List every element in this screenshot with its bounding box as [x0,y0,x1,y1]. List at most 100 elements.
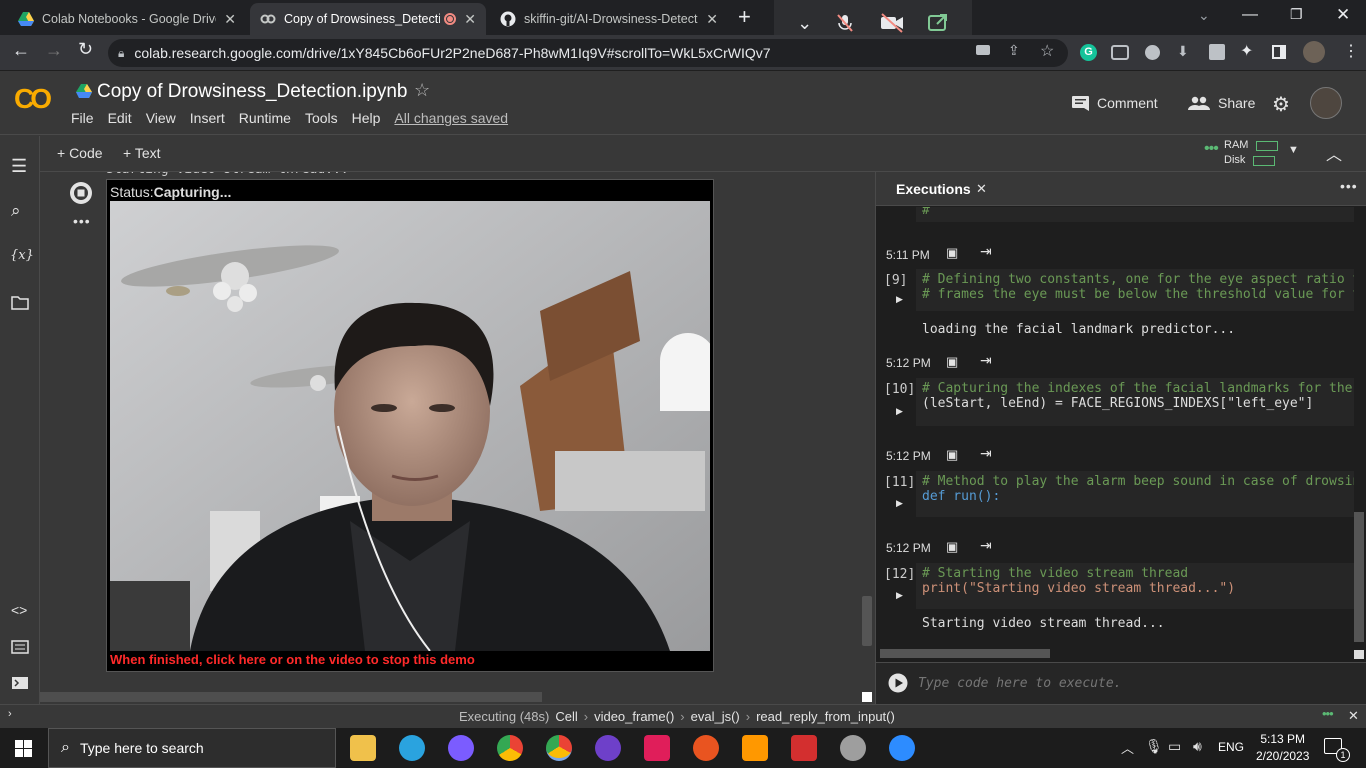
extension-icon[interactable] [1145,45,1160,60]
horizontal-scrollbar[interactable] [40,692,542,702]
menu-tools[interactable]: Tools [305,110,338,126]
tray-chevron-icon[interactable]: ︿ [1121,738,1134,757]
volume-icon[interactable]: 🔊︎ [1193,738,1202,755]
collapse-chevron-icon[interactable]: ︿ [1326,141,1342,165]
user-avatar[interactable] [1310,87,1342,119]
chrome-profile-icon[interactable] [546,735,572,761]
grammarly-icon[interactable]: G [1080,44,1097,61]
close-panel-icon[interactable]: ✕ [976,181,987,197]
address-bar[interactable]: 🔒︎ colab.research.google.com/drive/1xY84… [108,39,1068,67]
add-text-button[interactable]: + Text [123,145,161,161]
download-extension-icon[interactable]: ⬇ [1177,43,1189,60]
expand-arrow-icon[interactable]: ▶ [896,294,903,305]
expand-arrow-icon[interactable]: ▶ [896,590,903,601]
share-screen-icon[interactable] [927,12,949,34]
clock[interactable]: 5:13 PM 2/20/2023 [1256,731,1309,765]
camera-off-icon[interactable] [879,12,905,34]
colab-logo[interactable]: CO [14,83,52,115]
google-drive-icon[interactable] [76,84,92,98]
window-close-icon[interactable]: ✕ [1336,5,1350,25]
copy-to-input-icon[interactable]: ⇥ [980,352,992,369]
puzzle-icon[interactable]: ✦ [1240,41,1253,61]
horizontal-scrollbar[interactable] [880,649,1050,658]
settings-gear-icon[interactable]: ⚙ [1272,92,1290,117]
close-icon[interactable]: ✕ [224,11,236,28]
media-player-icon[interactable] [840,735,866,761]
windows-start-icon[interactable] [15,740,32,757]
go-to-cell-icon[interactable]: ▣ [946,539,958,555]
taskbar-search[interactable]: ⌕ Type here to search [48,728,336,768]
share-button[interactable]: Share [1188,95,1255,111]
notebook-title[interactable]: Copy of Drowsiness_Detection.ipynb [97,81,408,103]
go-to-cell-icon[interactable]: ▣ [946,245,958,261]
execute-code-input[interactable] [918,671,1338,695]
menu-runtime[interactable]: Runtime [239,110,291,126]
variables-icon[interactable]: {x} [10,248,34,263]
code-snippets-icon[interactable]: <> [11,602,27,618]
expand-arrow-icon[interactable]: ▶ [896,498,903,509]
file-explorer-icon[interactable] [350,735,376,761]
expand-arrow-icon[interactable]: ▶ [896,406,903,417]
close-status-icon[interactable]: ✕ [1348,708,1359,724]
tab-google-drive[interactable]: Colab Notebooks - Google Drive ✕ [8,3,246,35]
tab-search-chevron-icon[interactable]: ⌄ [1198,7,1210,24]
tab-github[interactable]: skiffin-git/AI-Drowsiness-Detecti ✕ [490,3,728,35]
extension-icon[interactable] [1209,44,1225,60]
run-icon[interactable] [888,673,908,693]
profile-avatar[interactable] [1303,41,1325,63]
side-panel-icon[interactable] [1272,45,1286,59]
chevron-down-icon[interactable]: ⌄ [797,13,812,34]
restore-icon[interactable]: ❐ [1290,6,1303,23]
search-icon[interactable]: ⌕ [11,201,21,221]
stop-execution-icon[interactable] [68,180,94,206]
sublime-text-icon[interactable] [742,735,768,761]
save-status-link[interactable]: All changes saved [394,110,508,126]
go-to-cell-icon[interactable]: ▣ [946,447,958,463]
network-icon[interactable]: ▭ [1168,738,1181,755]
menu-insert[interactable]: Insert [190,110,225,126]
folder-icon[interactable] [11,296,29,310]
telegram-icon[interactable] [399,735,425,761]
close-icon[interactable]: ✕ [464,11,476,28]
new-tab-button[interactable]: + [738,4,751,30]
copy-to-input-icon[interactable]: ⇥ [980,445,992,462]
execution-status[interactable]: Executing (48s) Cell › video_frame() › eva… [459,709,895,724]
menu-help[interactable]: Help [352,110,381,126]
back-icon[interactable]: ← [12,40,30,61]
resources-indicator[interactable]: RAM Disk [1224,138,1279,168]
terminal-icon[interactable] [11,676,29,690]
add-code-button[interactable]: + Code [57,145,103,161]
table-of-contents-icon[interactable]: ☰ [11,156,27,177]
bookmark-star-icon[interactable]: ☆ [1040,41,1054,61]
extension-icon[interactable] [1111,45,1129,60]
go-to-cell-icon[interactable]: ▣ [946,354,958,370]
command-palette-icon[interactable] [11,640,29,654]
comment-button[interactable]: Comment [1072,95,1158,111]
expand-status-icon[interactable]: › [8,708,12,720]
microphone-icon[interactable]: 🎙︎ [1145,738,1163,755]
close-icon[interactable]: ✕ [706,11,718,28]
stop-demo-message[interactable]: When finished, click here or on the vide… [110,652,475,667]
copy-to-input-icon[interactable]: ⇥ [980,537,992,554]
ubuntu-icon[interactable] [693,735,719,761]
github-desktop-icon[interactable] [595,735,621,761]
vertical-scrollbar[interactable] [862,596,872,646]
language-indicator[interactable]: ENG [1218,740,1244,754]
runtime-dropdown-icon[interactable]: ▼ [1288,144,1299,156]
webcam-video[interactable] [110,201,710,651]
acrobat-icon[interactable] [791,735,817,761]
forward-icon[interactable]: → [45,40,63,61]
camera-in-use-icon[interactable] [976,45,990,55]
menu-view[interactable]: View [146,110,176,126]
tab-colab[interactable]: Copy of Drowsiness_Detectio ✕ [250,3,486,35]
zoom-icon[interactable] [889,735,915,761]
chrome-icon[interactable] [497,735,523,761]
discord-icon[interactable] [448,735,474,761]
star-icon[interactable]: ☆ [414,80,430,101]
share-page-icon[interactable]: ⇪ [1008,42,1020,59]
minimize-icon[interactable]: — [1242,6,1258,24]
mic-off-icon[interactable] [834,12,856,34]
reload-icon[interactable]: ↻ [78,39,93,60]
vertical-scrollbar[interactable] [1354,512,1364,642]
copy-to-input-icon[interactable]: ⇥ [980,243,992,260]
